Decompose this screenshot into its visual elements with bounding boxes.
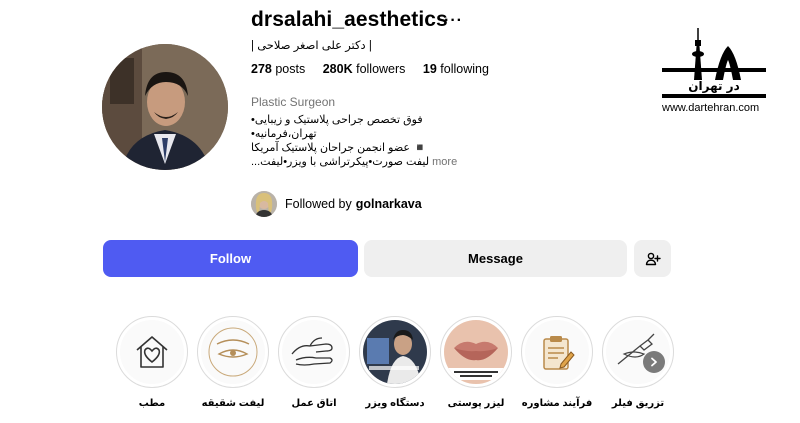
profile-category: Plastic Surgeon (251, 95, 336, 109)
highlights-next-button[interactable] (643, 351, 665, 373)
profile-stats: 278 posts 280K followers 19 following (251, 62, 503, 76)
highlight-office[interactable]: مطب (116, 316, 188, 409)
message-button[interactable]: Message (364, 240, 627, 277)
add-user-icon (645, 252, 661, 265)
highlight-ring (197, 316, 269, 388)
highlight-vaser-device[interactable]: دستگاه ویزر (359, 316, 431, 409)
eye-line-icon (208, 327, 258, 377)
followers-count: 280K (322, 62, 353, 76)
follower-avatar (251, 191, 277, 217)
following-stat[interactable]: 19 following (423, 62, 489, 76)
highlight-label: اتاق عمل (291, 398, 337, 409)
profile-full-name: | دکتر علی اصغر صلاحی | (251, 40, 372, 52)
logo-text: در تهران (688, 79, 740, 93)
highlight-ring (359, 316, 431, 388)
suggest-users-button[interactable] (634, 240, 671, 277)
chevron-right-icon (651, 357, 657, 367)
house-heart-icon (136, 336, 168, 368)
highlight-operating-room[interactable]: اتاق عمل (278, 316, 350, 409)
highlight-consultation[interactable]: فرآیند مشاوره (521, 316, 593, 409)
follow-button[interactable]: Follow (103, 240, 358, 277)
posts-count: 278 (251, 62, 272, 76)
highlight-ring (440, 316, 512, 388)
profile-bio: فوق تخصص جراحی پلاستیک و زیبایی• تهران،ف… (251, 113, 457, 169)
followers-label: followers (356, 62, 406, 76)
highlight-ring (602, 316, 674, 388)
bio-line: لیفت صورت•پیکرتراشی با ویزر•لیفت... (251, 156, 430, 168)
bio-line: تهران،فرمانیه• (251, 128, 317, 140)
highlight-ring (116, 316, 188, 388)
watermark-url: www.dartehran.com (662, 102, 760, 114)
highlight-ring (521, 316, 593, 388)
highlight-label: مطب (138, 398, 166, 409)
clipboard-icon (543, 336, 575, 370)
followed-by-user[interactable]: golnarkava (356, 197, 422, 211)
highlight-cover (201, 320, 265, 384)
highlight-ring (278, 316, 350, 388)
highlight-label: فرآیند مشاوره (521, 398, 593, 409)
profile-avatar[interactable] (102, 44, 228, 170)
highlight-label: لیفت شقیقه (201, 398, 265, 409)
bio-line: فوق تخصص جراحی پلاستیک و زیبایی• (251, 114, 423, 126)
highlight-label: لیزر پوستی (447, 398, 505, 409)
highlight-label: تزریق فیلر (611, 398, 665, 409)
highlight-cover (120, 320, 184, 384)
tehran-tower-logo: در تهران (662, 28, 766, 98)
bio-line-last: لیفت صورت•پیکرتراشی با ویزر•لیفت... more (251, 155, 457, 169)
posts-label: posts (275, 62, 306, 76)
profile-photo (102, 44, 228, 170)
followed-by[interactable]: Followed by golnarkava (251, 190, 422, 218)
more-options-icon[interactable]: ··· (444, 12, 463, 30)
following-count: 19 (422, 62, 437, 76)
highlight-laser-skin[interactable]: لیزر پوستی (440, 316, 512, 409)
highlight-label: دستگاه ویزر (365, 398, 425, 409)
lips-photo (444, 320, 508, 384)
bio-more-link[interactable]: more (432, 156, 457, 168)
posts-stat: 278 posts (251, 62, 305, 76)
followed-by-prefix: Followed by (285, 197, 352, 211)
highlight-cover (282, 320, 346, 384)
bio-line: ◾️ عضو انجمن جراحان پلاستیک آمریکا (251, 142, 427, 154)
hand-sketch-icon (291, 337, 333, 366)
highlight-cover (444, 320, 508, 384)
photo-thumbnail (363, 320, 427, 384)
highlight-cover (525, 320, 589, 384)
highlight-temple-lift[interactable]: لیفت شقیقه (197, 316, 269, 409)
profile-username: drsalahi_aesthetics (251, 8, 448, 31)
highlight-cover (363, 320, 427, 384)
followers-stat[interactable]: 280K followers (323, 62, 406, 76)
highlight-cover (606, 320, 670, 384)
following-label: following (440, 62, 489, 76)
